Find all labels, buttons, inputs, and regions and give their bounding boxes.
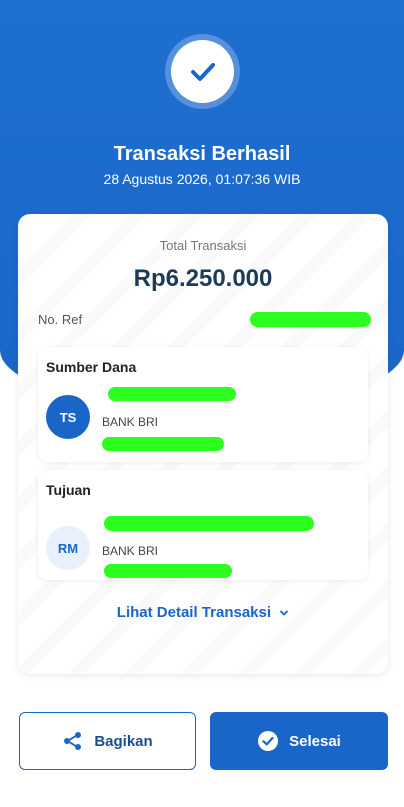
source-name-redacted [108,387,236,401]
source-account-redacted [102,437,224,451]
done-button[interactable]: Selesai [210,712,388,770]
view-detail-link[interactable]: Lihat Detail Transaksi [18,604,388,621]
done-label: Selesai [289,732,341,750]
ref-number-redacted [250,312,371,327]
source-section: Sumber Dana TS BANK BRI [38,347,368,462]
destination-title: Tujuan [46,482,91,498]
check-circle-icon [258,731,279,751]
check-icon [190,62,215,81]
chevron-down-icon [280,610,289,616]
source-title: Sumber Dana [46,359,137,375]
destination-name-redacted [104,516,314,531]
avatar: TS [46,395,90,439]
source-bank: BANK BRI [102,415,159,429]
transaction-card: Total Transaksi Rp6.250.000 No. Ref Sumb… [18,214,388,674]
ref-label: No. Ref [38,312,83,327]
success-badge [165,34,240,109]
footer-actions: Bagikan Selesai [0,690,404,807]
view-detail-label: Lihat Detail Transaksi [116,604,272,621]
total-amount: Rp6.250.000 [133,265,273,292]
share-button[interactable]: Bagikan [19,712,196,770]
destination-bank: BANK BRI [102,544,159,558]
share-icon [64,732,82,750]
page-title: Transaksi Berhasil [113,143,291,165]
share-label: Bagikan [94,732,153,750]
total-label: Total Transaksi [159,238,247,253]
destination-account-redacted [104,564,232,578]
destination-section: Tujuan RM BANK BRI [38,470,368,580]
avatar: RM [46,526,90,570]
transaction-datetime: 28 Agustus 2026, 01:07:36 WIB [103,171,301,187]
